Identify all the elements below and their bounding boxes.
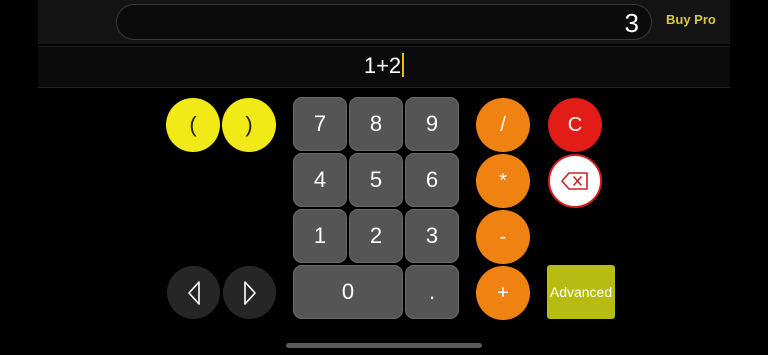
open-paren-button[interactable]: (: [166, 98, 220, 152]
clear-button[interactable]: C: [548, 98, 602, 152]
digit-9-button[interactable]: 9: [405, 97, 459, 151]
digit-5-button[interactable]: 5: [349, 153, 403, 207]
backspace-button[interactable]: [548, 154, 602, 208]
result-display: 3: [116, 4, 652, 40]
digit-8-button[interactable]: 8: [349, 97, 403, 151]
cursor-right-button[interactable]: [223, 266, 276, 319]
text-cursor: [402, 53, 405, 77]
backspace-icon: [561, 172, 588, 190]
digit-2-button[interactable]: 2: [349, 209, 403, 263]
triangle-right-icon: [243, 280, 256, 305]
digit-1-button[interactable]: 1: [293, 209, 347, 263]
expression-bar[interactable]: 1+2: [38, 46, 730, 88]
home-indicator[interactable]: [286, 343, 482, 348]
expression-input[interactable]: 1+2: [38, 53, 730, 79]
divide-button[interactable]: /: [476, 98, 530, 152]
cursor-left-button[interactable]: [167, 266, 220, 319]
digit-0-button[interactable]: 0: [293, 265, 403, 319]
buy-pro-button[interactable]: Buy Pro: [666, 12, 716, 27]
advanced-button[interactable]: Advanced: [547, 265, 615, 319]
digit-4-button[interactable]: 4: [293, 153, 347, 207]
digit-7-button[interactable]: 7: [293, 97, 347, 151]
digit-6-button[interactable]: 6: [405, 153, 459, 207]
digit-3-button[interactable]: 3: [405, 209, 459, 263]
expression-text: 1+2: [363, 53, 402, 78]
triangle-left-icon: [187, 280, 200, 305]
close-paren-button[interactable]: ): [222, 98, 276, 152]
minus-button[interactable]: -: [476, 210, 530, 264]
decimal-point-button[interactable]: .: [405, 265, 459, 319]
result-value: 3: [624, 8, 639, 38]
plus-button[interactable]: +: [476, 266, 530, 320]
multiply-button[interactable]: *: [476, 154, 530, 208]
